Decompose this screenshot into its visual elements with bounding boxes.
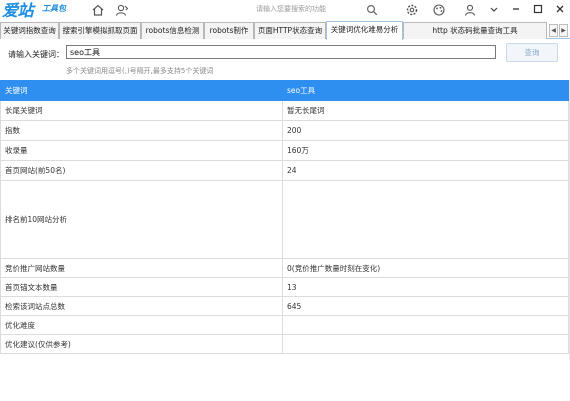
table-row: 首页锚文本数量 13 [0,277,569,297]
keyword-label: 请输入关键词： [8,50,64,59]
row-label: 首页网站(前50名) [0,160,283,181]
table-row: 优化难度 [0,315,569,335]
tab-robots-check[interactable]: robots信息检测 [141,22,204,39]
table-row: 优化建议(仅供参考) [0,334,569,354]
row-value [282,334,569,354]
result-table: 关键词 seo工具 长尾关键词 暂无长尾词 指数 200 收录量 160万 首页… [0,80,569,354]
row-label: 优化建议(仅供参考) [0,334,283,354]
row-value: 24 [282,160,569,181]
search-icon[interactable] [364,2,380,18]
user-manage-icon[interactable] [114,2,130,18]
row-label: 首页锚文本数量 [0,277,283,297]
row-label: 优化难度 [0,315,283,335]
tab-http-status[interactable]: 页面HTTP状态查询 [254,22,326,39]
tab-robots-make[interactable]: robots制作 [204,22,254,39]
table-row: 检索该词站点总数 645 [0,296,569,316]
close-icon[interactable] [553,2,567,16]
row-label: 长尾关键词 [0,100,283,121]
row-value[interactable]: 160万 [282,140,569,161]
row-value: 200 [282,120,569,141]
table-row: 长尾关键词 暂无长尾词 [0,100,569,121]
table-header-row: 关键词 seo工具 [0,80,569,101]
menu-dropdown-icon[interactable] [487,2,501,16]
keyword-input[interactable] [66,45,496,59]
table-row: 收录量 160万 [0,140,569,161]
tab-keyword-difficulty[interactable]: 关键词优化难易分析 [326,21,403,40]
tab-scroll-left-icon[interactable]: ◀ [549,24,558,37]
row-label: 竞价推广网站数量 [0,258,283,278]
tab-http-batch[interactable]: http 状态码批量查询工具 [403,22,547,39]
tool-tabs: 关键词指数查询 搜索引擎模拟抓取页面 robots信息检测 robots制作 页… [0,20,570,40]
row-label: 检索该词站点总数 [0,296,283,316]
app-logo: 爱站 工具包 [2,1,66,20]
header-value-cell: seo工具 [282,80,569,101]
table-row: 指数 200 [0,120,569,141]
row-value: 645 [282,296,569,316]
tab-keyword-index[interactable]: 关键词指数查询 [0,22,59,39]
row-value[interactable]: 暂无长尾词 [282,100,569,121]
row-value: 0(竞价推广数量时刻在变化) [282,258,569,278]
row-value [282,315,569,335]
home-icon[interactable] [90,2,106,18]
tab-spider-simulator[interactable]: 搜索引擎模拟抓取页面 [59,22,141,39]
maximize-icon[interactable] [531,2,545,16]
minimize-icon[interactable] [509,2,523,16]
settings-gear-icon[interactable] [404,2,420,18]
row-label: 排名前10网站分析 [0,180,283,259]
query-button[interactable]: 查询 [506,43,558,62]
table-row: 竞价推广网站数量 0(竞价推广数量时刻在变化) [0,258,569,278]
tab-scroll-right-icon[interactable]: ▶ [559,24,568,37]
skin-icon[interactable] [431,2,447,18]
keyword-hint: 多个关键词用逗号(,)号隔开,最多支持5个关键词 [66,67,214,75]
title-bar: 爱站 工具包 请输入您要搜索的功能 [0,0,570,20]
row-label: 收录量 [0,140,283,161]
header-name-cell: 关键词 [0,80,283,101]
row-value [282,180,569,259]
row-value: 13 [282,277,569,297]
row-label: 指数 [0,120,283,141]
table-row: 排名前10网站分析 [0,180,569,259]
function-search-input[interactable]: 请输入您要搜索的功能 [256,2,364,16]
user-account-icon[interactable] [462,2,478,18]
table-row: 首页网站(前50名) 24 [0,160,569,181]
